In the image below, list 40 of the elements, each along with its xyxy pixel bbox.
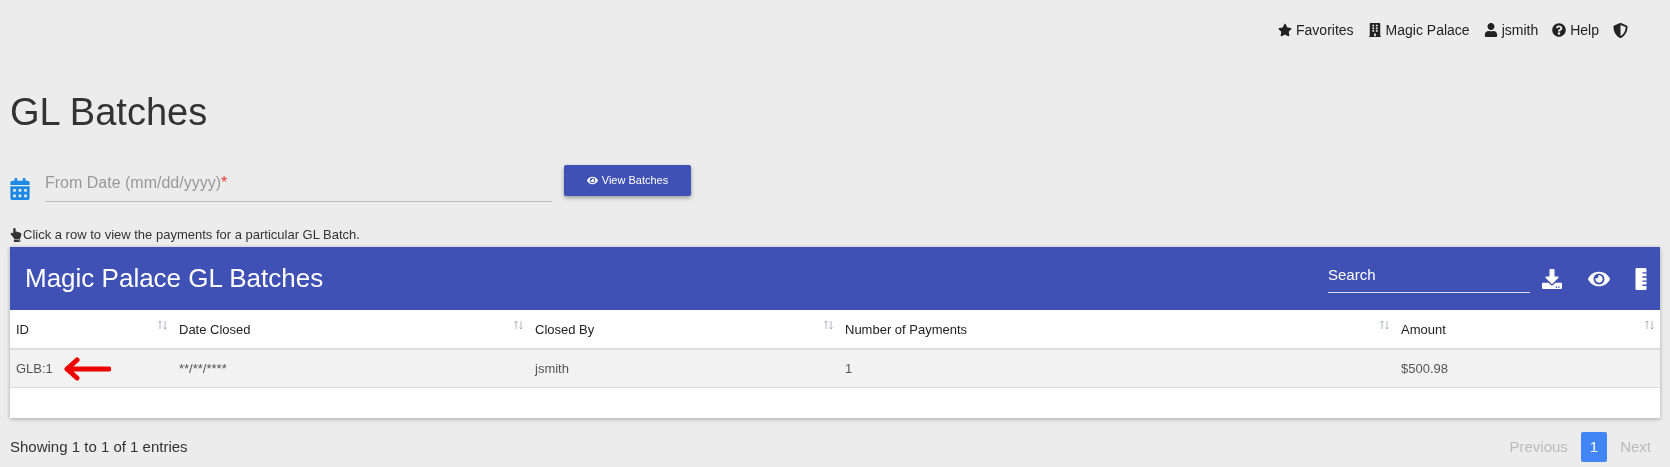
sort-icon[interactable] [1645, 320, 1654, 330]
eye-icon [586, 175, 598, 186]
nav-link[interactable]: Magic Palace [1367, 19, 1470, 41]
entries-info: Showing 1 to 1 of 1 entries [10, 436, 188, 457]
view-batches-button[interactable]: View Batches [564, 165, 691, 196]
nav-link[interactable]: Help [1552, 19, 1599, 41]
user-icon [1483, 23, 1498, 37]
download-icon [1542, 268, 1562, 289]
building-icon [1367, 23, 1382, 37]
column-header[interactable]: ID [10, 310, 173, 348]
nav-link[interactable]: jsmith [1483, 19, 1539, 41]
table-cell-text: GLB:1 [16, 359, 53, 378]
sort-icon[interactable] [514, 320, 523, 330]
nav-link[interactable]: Favorites [1278, 19, 1354, 41]
required-mark: * [221, 174, 228, 191]
column-header[interactable]: Date Closed [173, 310, 529, 348]
sort-icon[interactable] [1380, 320, 1389, 330]
date-field[interactable]: From Date (mm/dd/yyyy)* [45, 171, 552, 202]
table-cell-text: 1 [845, 359, 853, 378]
panel-title: Magic Palace GL Batches [25, 262, 324, 295]
table-row[interactable]: GLB:1 **/**/**** jsmith 1 $500.98 [10, 350, 1660, 388]
page-title: GL Batches [10, 90, 209, 135]
calendar-icon[interactable] [10, 178, 30, 200]
download-button[interactable] [1542, 268, 1562, 289]
table-cell-text: $500.98 [1401, 359, 1448, 378]
help-icon [1552, 23, 1567, 37]
star-icon [1278, 23, 1292, 37]
search-field[interactable]: Search [1328, 263, 1530, 294]
table-cell-text: **/**/**** [179, 359, 227, 378]
sort-icon[interactable] [158, 320, 167, 330]
shield-icon [1613, 22, 1628, 38]
column-header[interactable]: Amount [1395, 310, 1660, 348]
shield-button[interactable] [1613, 22, 1628, 38]
hint-text: Click a row to view the payments for a particular GL Batch. [23, 225, 360, 244]
column-header[interactable]: Number of Payments [839, 310, 1395, 348]
sort-icon[interactable] [824, 320, 833, 330]
column-header[interactable]: Closed By [529, 310, 839, 348]
table-cell-text: jsmith [535, 359, 569, 378]
pagination-button[interactable]: 1 [1580, 432, 1608, 462]
pointer-hand-icon [10, 227, 22, 242]
